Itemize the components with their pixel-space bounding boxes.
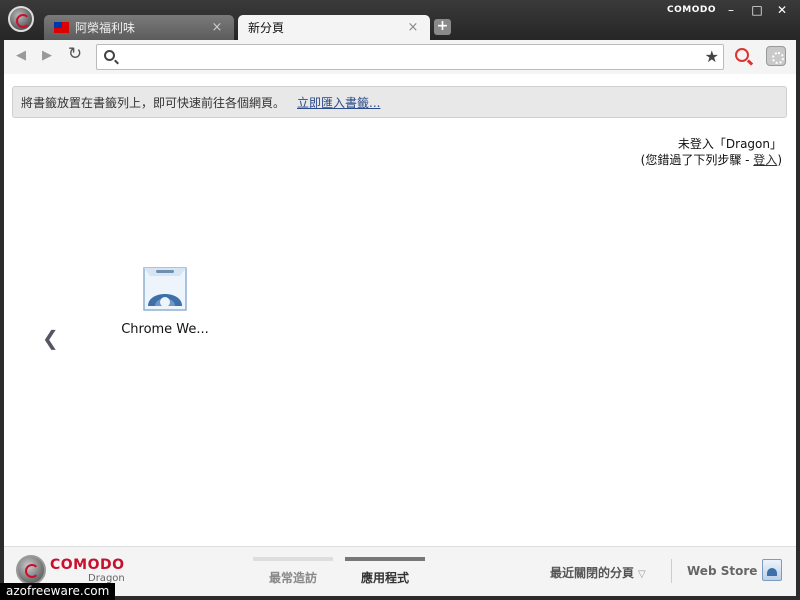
signin-status-line: 未登入「Dragon」 [677,137,782,151]
signin-status: 未登入「Dragon」 (您錯過了下列步驟 - 登入) [641,136,782,168]
comodo-dragon-logo-icon[interactable] [8,6,34,32]
comodo-logo-icon [16,555,46,585]
tab-azofreeware[interactable]: 阿榮福利味 × [44,15,234,40]
bookmark-bar-hint: 將書籤放置在書籤列上，即可快速前往各個網頁。 立即匯入書籤... [12,86,787,118]
web-store-link[interactable]: Web Store [687,564,757,578]
title-bar: 阿榮福利味 × 新分頁 × + COMODO – □ ✕ [0,0,800,40]
reload-button[interactable]: ↻ [66,44,84,64]
new-tab-button[interactable]: + [434,19,451,35]
window-brand: COMODO [667,5,716,15]
tab-close-icon[interactable]: × [406,20,420,35]
omnibox[interactable]: ★ [96,44,724,70]
tab-most-visited[interactable]: 最常造訪 [253,557,333,586]
signin-prompt-line: (您錯過了下列步驟 - 登入) [641,152,782,168]
taiwan-flag-icon [54,22,69,33]
tab-label: 新分頁 [248,21,285,35]
footer-bar: COMODO Dragon 最常造訪 應用程式 最近關閉的分頁 ▽ Web Sto… [4,546,796,596]
pane-indicator [345,557,425,561]
zoom-search-icon[interactable] [735,48,749,62]
chrome-web-store-icon [140,262,190,314]
app-tile-chrome-web-store[interactable]: Chrome We... [110,262,220,337]
tab-label: 阿榮福利味 [75,21,136,35]
new-tab-page: 將書籤放置在書籤列上，即可快速前往各個網頁。 立即匯入書籤... 未登入「Dra… [4,74,796,546]
toolbar: ◀ ▶ ↻ ★ [4,40,796,74]
address-input[interactable] [123,48,693,66]
tab-new-tab[interactable]: 新分頁 × [238,15,430,40]
chevron-down-icon: ▽ [638,569,646,580]
recently-closed-menu[interactable]: 最近關閉的分頁 ▽ [550,564,646,581]
close-window-button[interactable]: ✕ [772,2,792,18]
previous-page-button[interactable]: ❮ [42,326,59,350]
signin-suffix: ) [777,153,782,167]
signin-link[interactable]: 登入 [753,153,777,167]
back-button[interactable]: ◀ [12,48,30,63]
bookmark-star-icon[interactable]: ★ [705,47,719,66]
forward-button[interactable]: ▶ [38,48,56,63]
signin-prefix: (您錯過了下列步驟 - [640,153,754,167]
maximize-button[interactable]: □ [747,2,767,18]
search-icon [104,50,115,61]
tab-apps[interactable]: 應用程式 [345,557,425,586]
watermark: azofreeware.com [0,583,116,600]
web-store-icon[interactable] [762,559,782,581]
minimize-button[interactable]: – [721,2,741,18]
tab-close-icon[interactable]: × [210,20,224,35]
bookmark-hint-text: 將書籤放置在書籤列上，即可快速前往各個網頁。 [21,95,286,110]
footer-divider [671,559,672,583]
footer-brand: COMODO [50,557,125,573]
pane-indicator [253,557,333,561]
import-bookmarks-link[interactable]: 立即匯入書籤... [297,94,380,111]
recently-closed-label: 最近關閉的分頁 [550,566,635,580]
pane-tab-label: 應用程式 [360,571,409,585]
app-label: Chrome We... [121,322,209,337]
settings-menu-icon[interactable] [766,46,786,66]
pane-tab-label: 最常造訪 [268,571,317,585]
